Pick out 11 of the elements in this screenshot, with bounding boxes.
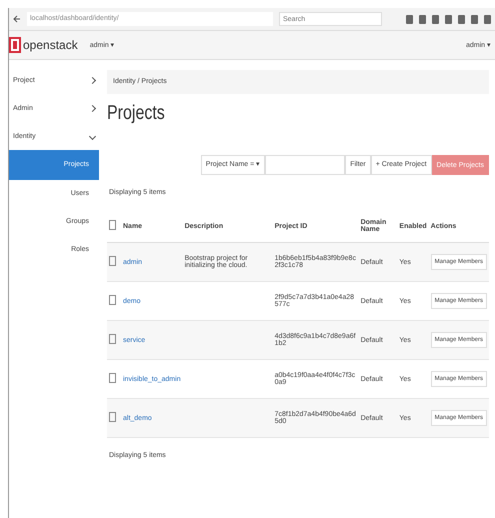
logo-text[interactable]: openstack: [23, 38, 78, 52]
select-all-checkbox[interactable]: [109, 220, 116, 230]
logo-icon: [9, 37, 21, 53]
row-checkbox[interactable]: [109, 412, 116, 422]
page-title: Projects: [107, 102, 166, 125]
row-checkbox[interactable]: [109, 373, 116, 383]
row-checkbox[interactable]: [109, 256, 116, 266]
back-arrow-icon[interactable]: [13, 15, 21, 23]
filter-field[interactable]: [265, 155, 346, 175]
row-checkbox[interactable]: [109, 334, 116, 344]
row-checkbox[interactable]: [109, 295, 116, 305]
